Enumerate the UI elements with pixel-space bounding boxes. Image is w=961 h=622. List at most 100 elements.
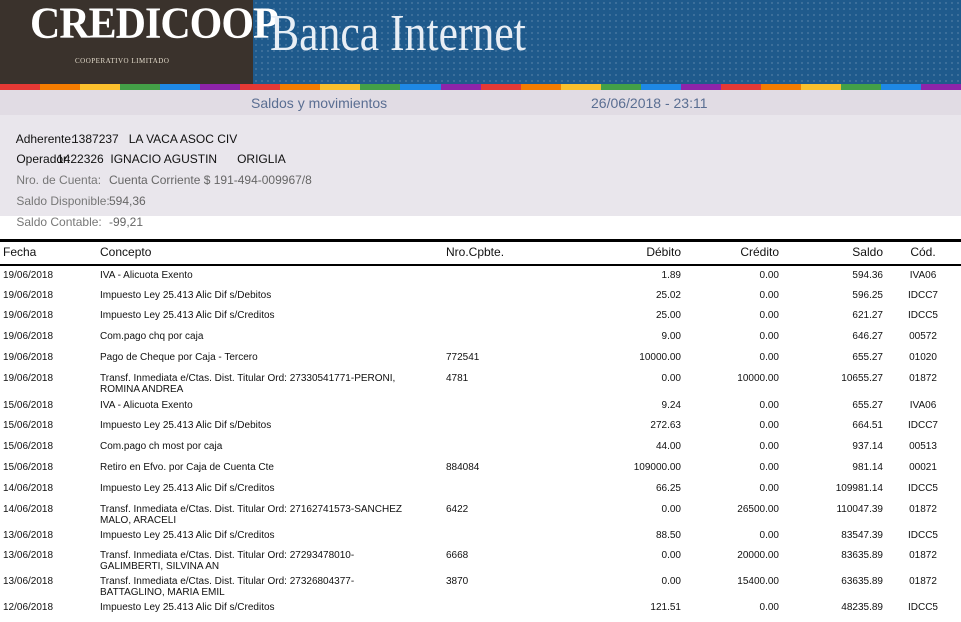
cell-fecha: 19/06/2018 — [3, 310, 54, 321]
cell-fecha: 19/06/2018 — [3, 373, 54, 384]
cell-debito: 10000.00 — [639, 352, 681, 363]
cell-concepto: Retiro en Efvo. por Caja de Cuenta Cte — [100, 462, 274, 473]
cell-saldo: 83547.39 — [841, 530, 883, 541]
cell-saldo: 655.27 — [852, 400, 883, 411]
cell-fecha: 19/06/2018 — [3, 290, 54, 301]
cell-concepto: Impuesto Ley 25.413 Alic Dif s/Debitos — [100, 420, 272, 431]
cell-cod: IVA06 — [909, 270, 937, 281]
col-header-cpbte: Nro.Cpbte. — [446, 245, 505, 259]
cell-cod: 01872 — [909, 373, 937, 384]
cell-cpbte: 6422 — [446, 504, 469, 515]
cell-concepto: Impuesto Ley 25.413 Alic Dif s/Creditos — [100, 483, 275, 494]
cell-cod: IDCC7 — [907, 290, 938, 301]
cell-cpbte: 4781 — [446, 373, 469, 384]
cell-cod: 01872 — [909, 550, 937, 561]
cell-credito: 0.00 — [759, 331, 779, 342]
cell-debito: 109000.00 — [633, 462, 681, 473]
col-header-debito: Débito — [646, 245, 681, 259]
col-header-concepto: Concepto — [100, 245, 152, 259]
cell-debito: 9.24 — [661, 400, 681, 411]
cell-concepto: Transf. Inmediata e/Ctas. Dist. Titular … — [100, 550, 355, 561]
cell-fecha: 13/06/2018 — [3, 550, 54, 561]
cell-concepto: Transf. Inmediata e/Ctas. Dist. Titular … — [100, 576, 355, 587]
col-header-credito: Crédito — [740, 245, 779, 259]
cell-credito: 0.00 — [759, 290, 779, 301]
cell-saldo: 646.27 — [852, 331, 883, 342]
cell-cpbte: 772541 — [446, 352, 480, 363]
cell-credito: 0.00 — [759, 352, 779, 363]
cell-concepto: IVA - Alicuota Exento — [100, 400, 193, 411]
cell-saldo: 596.25 — [852, 290, 883, 301]
table-header-rule — [0, 264, 961, 266]
cell-credito: 0.00 — [759, 310, 779, 321]
section-title: Saldos y movimientos — [251, 95, 388, 111]
cell-debito: 0.00 — [661, 504, 681, 515]
cell-fecha: 15/06/2018 — [3, 420, 54, 431]
cell-saldo: 664.51 — [852, 420, 883, 431]
cell-saldo: 937.14 — [852, 441, 883, 452]
cell-saldo: 981.14 — [852, 462, 883, 473]
saldo-contable-row: Saldo Contable: -99,21 — [3, 201, 143, 243]
cell-debito: 44.00 — [655, 441, 681, 452]
cell-concepto: Transf. Inmediata e/Ctas. Dist. Titular … — [100, 504, 402, 515]
cell-concepto-line2: ROMINA ANDREA — [100, 384, 184, 395]
adherente-value: 1387237 LA VACA ASOC CIV — [72, 132, 238, 146]
cell-debito: 25.02 — [655, 290, 681, 301]
cell-cod: 01872 — [909, 576, 937, 587]
cell-fecha: 19/06/2018 — [3, 270, 54, 281]
saldo-disponible-value: 594,36 — [109, 194, 146, 208]
info-title-bar: Saldos y movimientos 26/06/2018 - 23:11 — [0, 90, 961, 115]
cell-cod: IDCC5 — [907, 530, 938, 541]
cell-saldo: 109981.14 — [835, 483, 883, 494]
cell-saldo: 63635.89 — [841, 576, 883, 587]
cell-debito: 0.00 — [661, 550, 681, 561]
cell-saldo: 655.27 — [852, 352, 883, 363]
cell-credito: 0.00 — [759, 400, 779, 411]
table-top-rule — [0, 239, 961, 242]
logo-brand-text: CREDICOOP — [30, 0, 279, 49]
cell-debito: 1.89 — [661, 270, 681, 281]
col-header-fecha: Fecha — [3, 245, 37, 259]
cell-cod: 00572 — [909, 331, 937, 342]
cell-cod: 01872 — [909, 504, 937, 515]
cell-fecha: 14/06/2018 — [3, 504, 54, 515]
cell-fecha: 13/06/2018 — [3, 576, 54, 587]
cell-saldo: 621.27 — [852, 310, 883, 321]
col-header-saldo: Saldo — [852, 245, 883, 259]
cell-cod: 00021 — [909, 462, 937, 473]
cell-debito: 121.51 — [650, 602, 681, 613]
cell-credito: 0.00 — [759, 462, 779, 473]
cell-cod: 00513 — [909, 441, 937, 452]
cell-concepto-line2: MALO, ARACELI — [100, 515, 177, 526]
cell-fecha: 15/06/2018 — [3, 462, 54, 473]
cell-cod: IDCC5 — [907, 483, 938, 494]
cell-debito: 272.63 — [650, 420, 681, 431]
cell-concepto: Impuesto Ley 25.413 Alic Dif s/Debitos — [100, 290, 272, 301]
cell-debito: 9.00 — [661, 331, 681, 342]
cell-credito: 0.00 — [759, 483, 779, 494]
cell-cod: IDCC5 — [907, 310, 938, 321]
cell-saldo: 83635.89 — [841, 550, 883, 561]
saldo-contable-value: -99,21 — [109, 215, 144, 229]
cell-fecha: 19/06/2018 — [3, 352, 54, 363]
cell-debito: 0.00 — [661, 576, 681, 587]
cell-credito: 0.00 — [759, 420, 779, 431]
datetime: 26/06/2018 - 23:11 — [591, 95, 708, 111]
cuenta-value: Cuenta Corriente $ 191-494-009967/8 — [109, 173, 312, 187]
cell-cod: IDCC7 — [907, 420, 938, 431]
cell-credito: 10000.00 — [737, 373, 779, 384]
cell-concepto-line2: BATTAGLINO, MARIA EMIL — [100, 587, 225, 598]
col-header-cod: Cód. — [910, 245, 936, 259]
cell-concepto-line2: GALIMBERTI, SILVINA AN — [100, 561, 220, 572]
banner-title: Banca Internet — [270, 5, 526, 62]
cell-fecha: 19/06/2018 — [3, 331, 54, 342]
cell-credito: 20000.00 — [737, 550, 779, 561]
cell-debito: 88.50 — [655, 530, 681, 541]
cell-fecha: 15/06/2018 — [3, 441, 54, 452]
cell-saldo: 594.36 — [852, 270, 883, 281]
cell-fecha: 13/06/2018 — [3, 530, 54, 541]
account-info-panel: Saldos y movimientos 26/06/2018 - 23:11 … — [0, 90, 961, 229]
cell-cod: 01020 — [909, 352, 937, 363]
cell-concepto: Transf. Inmediata e/Ctas. Dist. Titular … — [100, 373, 396, 384]
cell-fecha: 15/06/2018 — [3, 400, 54, 411]
